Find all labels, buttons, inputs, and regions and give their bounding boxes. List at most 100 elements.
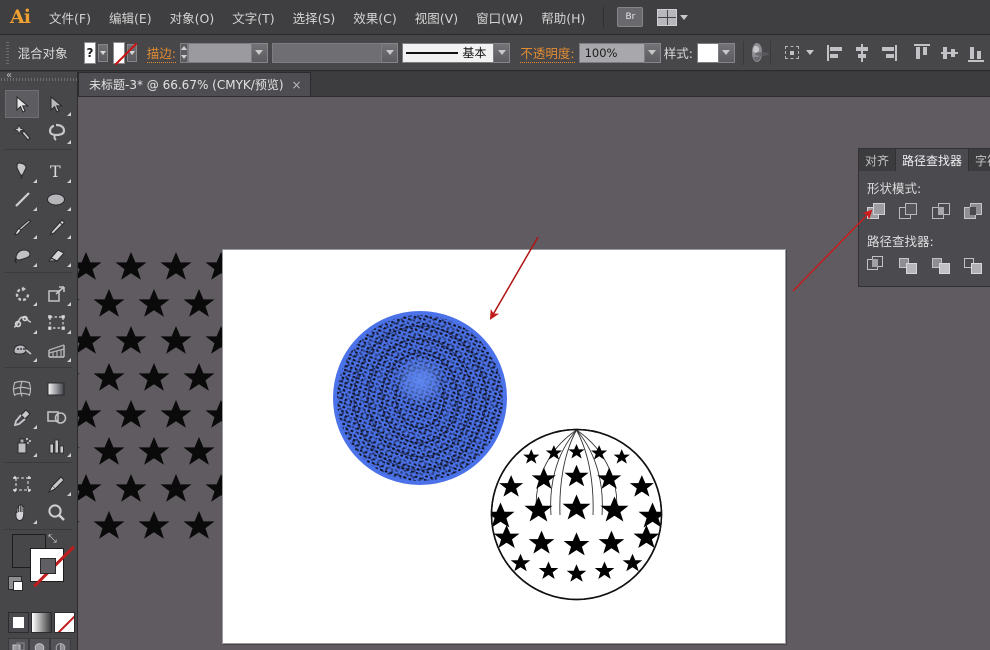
gradient-tool[interactable] xyxy=(39,375,73,403)
gradient-swatch-button[interactable] xyxy=(31,612,52,633)
arrange-documents-button[interactable] xyxy=(657,8,689,26)
intersect-button[interactable] xyxy=(931,203,950,222)
pathfinder-panel-body: 形状模式: 路径查找器: xyxy=(859,171,990,286)
ellipse-tool[interactable] xyxy=(39,185,73,213)
divide-button[interactable] xyxy=(867,256,885,275)
align-middle-vertical-icon[interactable] xyxy=(941,44,958,62)
options-bar-grip[interactable] xyxy=(6,41,9,64)
tools-panel-grip[interactable] xyxy=(0,70,77,86)
eraser-tool[interactable] xyxy=(39,241,73,269)
transform-icon[interactable] xyxy=(784,44,801,62)
document-tab[interactable]: 未标题-3* @ 66.67% (CMYK/预览) × xyxy=(78,72,311,96)
fill-dropdown-button[interactable] xyxy=(98,43,108,62)
tools-divider-5 xyxy=(5,529,72,530)
menu-select[interactable]: 选择(S) xyxy=(284,5,345,30)
blob-brush-tool[interactable] xyxy=(5,241,39,269)
unite-button[interactable] xyxy=(867,203,885,222)
magic-wand-tool[interactable] xyxy=(5,118,39,146)
scale-tool[interactable] xyxy=(39,280,73,308)
exclude-button[interactable] xyxy=(963,203,982,222)
pencil-tool[interactable] xyxy=(39,213,73,241)
fill-swatch-button[interactable]: ? xyxy=(83,41,97,64)
align-top-icon[interactable] xyxy=(914,43,931,62)
opacity-dropdown[interactable] xyxy=(644,42,661,63)
tools-divider-1 xyxy=(5,149,72,150)
stroke-swatch-button[interactable] xyxy=(112,41,126,64)
trim-button[interactable] xyxy=(899,256,918,275)
stroke-swatch[interactable] xyxy=(30,545,75,588)
stroke-weight-input[interactable] xyxy=(187,42,252,63)
direct-selection-tool[interactable] xyxy=(39,90,73,118)
swap-fill-stroke-icon[interactable]: ⤡ xyxy=(48,532,57,546)
graphic-style-swatch[interactable] xyxy=(696,42,719,63)
menu-effect[interactable]: 效果(C) xyxy=(344,5,405,30)
menu-window[interactable]: 窗口(W) xyxy=(467,5,532,30)
close-icon[interactable]: × xyxy=(292,78,302,92)
star-mapped-3d-sphere[interactable] xyxy=(489,427,664,602)
menu-bar: Ai 文件(F) 编辑(E) 对象(O) 文字(T) 选择(S) 效果(C) 视… xyxy=(0,0,990,35)
align-center-horizontal-icon[interactable] xyxy=(854,43,871,62)
menu-view[interactable]: 视图(V) xyxy=(406,5,467,30)
menu-edit[interactable]: 编辑(E) xyxy=(100,5,161,30)
opacity-label[interactable]: 不透明度: xyxy=(520,43,575,63)
artboard-tool[interactable] xyxy=(5,470,39,498)
brush-definition-dropdown[interactable] xyxy=(494,42,511,63)
selection-tool[interactable] xyxy=(5,90,39,118)
line-segment-tool[interactable] xyxy=(5,185,39,213)
hand-tool[interactable] xyxy=(5,498,39,526)
app-logo: Ai xyxy=(10,6,31,28)
menu-object[interactable]: 对象(O) xyxy=(161,5,224,30)
align-right-icon[interactable] xyxy=(881,44,898,62)
eyedropper-tool[interactable] xyxy=(5,403,39,431)
width-tool[interactable] xyxy=(5,308,39,336)
arrange-documents-icon xyxy=(657,8,678,26)
tools-grid-1 xyxy=(0,86,77,146)
stroke-profile-dropdown[interactable] xyxy=(382,42,399,63)
rotate-tool[interactable] xyxy=(5,280,39,308)
type-tool[interactable]: T xyxy=(39,157,73,185)
lasso-tool[interactable] xyxy=(39,118,73,146)
paintbrush-tool[interactable] xyxy=(5,213,39,241)
mesh-tool[interactable] xyxy=(5,375,39,403)
blend-tool[interactable] xyxy=(39,403,73,431)
menu-file[interactable]: 文件(F) xyxy=(40,5,100,30)
stroke-weight-stepper[interactable] xyxy=(179,42,188,63)
graphic-style-dropdown[interactable] xyxy=(718,42,735,63)
draw-behind-icon[interactable] xyxy=(29,638,50,650)
free-transform-tool[interactable] xyxy=(39,308,73,336)
stroke-weight-label[interactable]: 描边: xyxy=(146,43,176,63)
pen-tool[interactable] xyxy=(5,157,39,185)
star-pattern-swatch-art[interactable] xyxy=(78,247,228,547)
merge-button[interactable] xyxy=(931,256,950,275)
bridge-button[interactable]: Br xyxy=(617,7,644,27)
draw-normal-icon[interactable] xyxy=(8,638,29,650)
draw-inside-icon[interactable] xyxy=(50,638,71,650)
menu-type[interactable]: 文字(T) xyxy=(223,5,283,30)
slice-tool[interactable] xyxy=(39,470,73,498)
brush-definition-input[interactable]: 基本 xyxy=(402,42,495,63)
default-fill-stroke-icon[interactable] xyxy=(8,576,23,591)
tab-pathfinder[interactable]: 路径查找器 xyxy=(896,149,970,171)
tab-align[interactable]: 对齐 xyxy=(859,149,897,171)
minus-front-button[interactable] xyxy=(899,203,918,222)
stroke-profile-input[interactable] xyxy=(272,42,383,63)
canvas-area[interactable] xyxy=(78,97,990,650)
align-bottom-icon[interactable] xyxy=(968,44,985,62)
crop-button[interactable] xyxy=(963,256,982,275)
none-swatch-button[interactable] xyxy=(54,612,75,633)
column-graph-tool[interactable] xyxy=(39,431,73,459)
opacity-input[interactable]: 100% xyxy=(578,42,645,63)
stroke-weight-dropdown[interactable] xyxy=(251,42,268,63)
zoom-tool[interactable] xyxy=(39,498,73,526)
blue-mesh-sphere-selected[interactable] xyxy=(332,310,508,486)
symbol-sprayer-tool[interactable] xyxy=(5,431,39,459)
color-swatch-button[interactable] xyxy=(8,612,29,633)
menu-help[interactable]: 帮助(H) xyxy=(532,5,594,30)
perspective-grid-tool[interactable] xyxy=(39,336,73,364)
tab-character[interactable]: 字符 xyxy=(969,149,990,171)
tools-divider-3 xyxy=(5,367,72,368)
shape-builder-tool[interactable] xyxy=(5,336,39,364)
transform-chevron-icon[interactable] xyxy=(806,50,814,55)
recolor-artwork-icon[interactable] xyxy=(751,43,769,62)
align-left-icon[interactable] xyxy=(827,44,844,62)
